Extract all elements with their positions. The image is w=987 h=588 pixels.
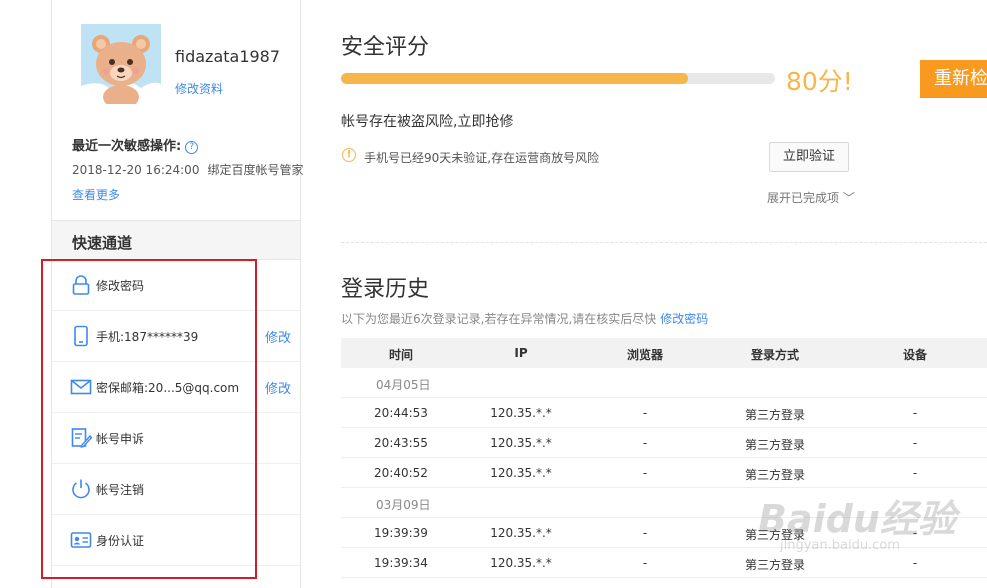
table-row: 20:43:55 120.35.*.* - 第三方登录 - bbox=[341, 428, 987, 458]
cell-time: 20:44:53 bbox=[374, 406, 428, 420]
verify-now-button[interactable]: 立即验证 bbox=[769, 142, 849, 172]
date-group-row: 03月09日 bbox=[341, 488, 987, 518]
chevron-down-icon: ﹀ bbox=[842, 191, 855, 205]
date-group-label: 03月09日 bbox=[376, 498, 431, 512]
quick-item-email[interactable]: 密保邮箱:20...5@qq.com 修改 bbox=[52, 362, 300, 413]
quick-item-label: 修改密码 bbox=[96, 279, 145, 293]
security-score-title: 安全评分 bbox=[341, 35, 430, 60]
cell-login-method: 第三方登录 bbox=[744, 528, 806, 542]
cell-browser: - bbox=[642, 526, 648, 540]
username: fidazata1987 bbox=[175, 47, 281, 66]
security-progress-bar bbox=[341, 73, 775, 84]
cell-browser: - bbox=[642, 466, 648, 480]
quick-item-label: 手机:187******39 bbox=[96, 330, 199, 344]
phone-icon bbox=[74, 325, 88, 347]
cell-login-method: 第三方登录 bbox=[744, 438, 806, 452]
cell-time: 19:39:39 bbox=[374, 526, 428, 540]
cell-device: - bbox=[912, 466, 918, 480]
recent-op-label: 最近一次敏感操作: bbox=[72, 139, 182, 154]
lock-icon bbox=[72, 275, 90, 295]
cell-login-method: 第三方登录 bbox=[744, 408, 806, 422]
sidebar: fidazata1987 修改资料 最近一次敏感操作:? 2018-12-20 … bbox=[51, 0, 303, 588]
quick-item-label: 帐号注销 bbox=[96, 483, 145, 497]
security-score: 80分! bbox=[786, 67, 853, 96]
cell-ip: 120.35.*.* bbox=[490, 436, 552, 450]
quick-item-label: 帐号申诉 bbox=[96, 432, 145, 446]
cell-login-method: 第三方登录 bbox=[744, 558, 806, 572]
edit-phone-link[interactable]: 修改 bbox=[265, 327, 291, 346]
edit-email-link[interactable]: 修改 bbox=[265, 378, 291, 397]
cell-device: - bbox=[912, 436, 918, 450]
see-more-link[interactable]: 查看更多 bbox=[72, 186, 120, 203]
cell-browser: - bbox=[642, 436, 648, 450]
login-history-title: 登录历史 bbox=[341, 277, 430, 302]
table-body: 04月05日 20:44:53 120.35.*.* - 第三方登录 - 20:43:55 1… bbox=[341, 368, 987, 578]
expand-completed-label: 展开已完成项 bbox=[767, 191, 840, 205]
column-header-browser: 浏览器 bbox=[626, 348, 664, 362]
table-row: 19:39:39 120.35.*.* - 第三方登录 - bbox=[341, 518, 987, 548]
cell-ip: 120.35.*.* bbox=[490, 466, 552, 480]
cell-time: 20:43:55 bbox=[374, 436, 428, 450]
rescan-button[interactable]: 重新检 bbox=[920, 60, 987, 98]
cell-login-method: 第三方登录 bbox=[744, 468, 806, 482]
quick-item-label: 身份认证 bbox=[96, 534, 145, 548]
table-header: 时间 IP 浏览器 登录方式 设备 bbox=[341, 338, 987, 368]
quick-item-label: 密保邮箱:20...5@qq.com bbox=[96, 381, 240, 395]
change-password-link[interactable]: 修改密码 bbox=[660, 312, 708, 326]
cell-time: 20:40:52 bbox=[374, 466, 428, 480]
quick-item-cancel-account[interactable]: 帐号注销 bbox=[52, 464, 300, 515]
column-header-login-method: 登录方式 bbox=[750, 348, 800, 362]
mail-icon bbox=[70, 379, 92, 395]
column-header-device: 设备 bbox=[902, 348, 928, 362]
recent-op-time: 2018-12-20 16:24:00 bbox=[72, 163, 200, 177]
recent-op-title: 最近一次敏感操作:? bbox=[72, 135, 199, 154]
quick-item-appeal[interactable]: 帐号申诉 bbox=[52, 413, 300, 464]
date-group-label: 04月05日 bbox=[376, 378, 431, 392]
table-row: 20:44:53 120.35.*.* - 第三方登录 - bbox=[341, 398, 987, 428]
quick-item-phone[interactable]: 手机:187******39 修改 bbox=[52, 311, 300, 362]
date-group-row: 04月05日 bbox=[341, 368, 987, 398]
section-divider bbox=[341, 242, 987, 243]
cell-browser: - bbox=[642, 406, 648, 420]
login-history-desc-text: 以下为您最近6次登录记录,若存在异常情况,请在核实后尽快 bbox=[341, 312, 657, 326]
avatar[interactable] bbox=[81, 24, 161, 104]
warning-icon: ! bbox=[342, 148, 356, 162]
table-row: 20:40:52 120.35.*.* - 第三方登录 - bbox=[341, 458, 987, 488]
id-card-icon bbox=[70, 532, 92, 548]
power-icon bbox=[72, 479, 90, 499]
cell-ip: 120.35.*.* bbox=[490, 406, 552, 420]
login-history-desc: 以下为您最近6次登录记录,若存在异常情况,请在核实后尽快 修改密码 bbox=[341, 310, 708, 327]
security-progress-fill bbox=[341, 73, 689, 84]
recent-op-action: 绑定百度帐号管家 bbox=[207, 163, 304, 177]
quick-access-header: 快速通道 bbox=[52, 220, 300, 260]
quick-item-change-password[interactable]: 修改密码 bbox=[52, 260, 300, 311]
column-header-ip: IP bbox=[514, 346, 528, 360]
expand-completed-link[interactable]: 展开已完成项 ﹀ bbox=[767, 189, 855, 206]
cell-device: - bbox=[912, 406, 918, 420]
cell-browser: - bbox=[642, 556, 648, 570]
appeal-icon bbox=[71, 428, 92, 448]
cell-ip: 120.35.*.* bbox=[490, 556, 552, 570]
quick-item-identity[interactable]: 身份认证 bbox=[52, 515, 300, 566]
recent-op-detail: 2018-12-20 16:24:00 绑定百度帐号管家 bbox=[72, 161, 303, 178]
login-history-table: 时间 IP 浏览器 登录方式 设备 04月05日 20:44:53 120.35.*… bbox=[341, 338, 987, 578]
risk-headline: 帐号存在被盗风险,立即抢修 bbox=[341, 114, 514, 130]
warning-text: 手机号已经90天未验证,存在运营商放号风险 bbox=[364, 151, 600, 165]
quick-access-title: 快速通道 bbox=[72, 234, 133, 252]
table-row: 19:39:34 120.35.*.* - 第三方登录 - bbox=[341, 548, 987, 578]
help-icon[interactable]: ? bbox=[185, 141, 199, 154]
edit-profile-link[interactable]: 修改资料 bbox=[175, 80, 223, 97]
cell-device: - bbox=[912, 556, 918, 570]
cell-time: 19:39:34 bbox=[374, 556, 428, 570]
bear-avatar-icon bbox=[81, 24, 161, 104]
cell-ip: 120.35.*.* bbox=[490, 526, 552, 540]
cell-device: - bbox=[912, 526, 918, 540]
column-header-time: 时间 bbox=[388, 348, 414, 362]
